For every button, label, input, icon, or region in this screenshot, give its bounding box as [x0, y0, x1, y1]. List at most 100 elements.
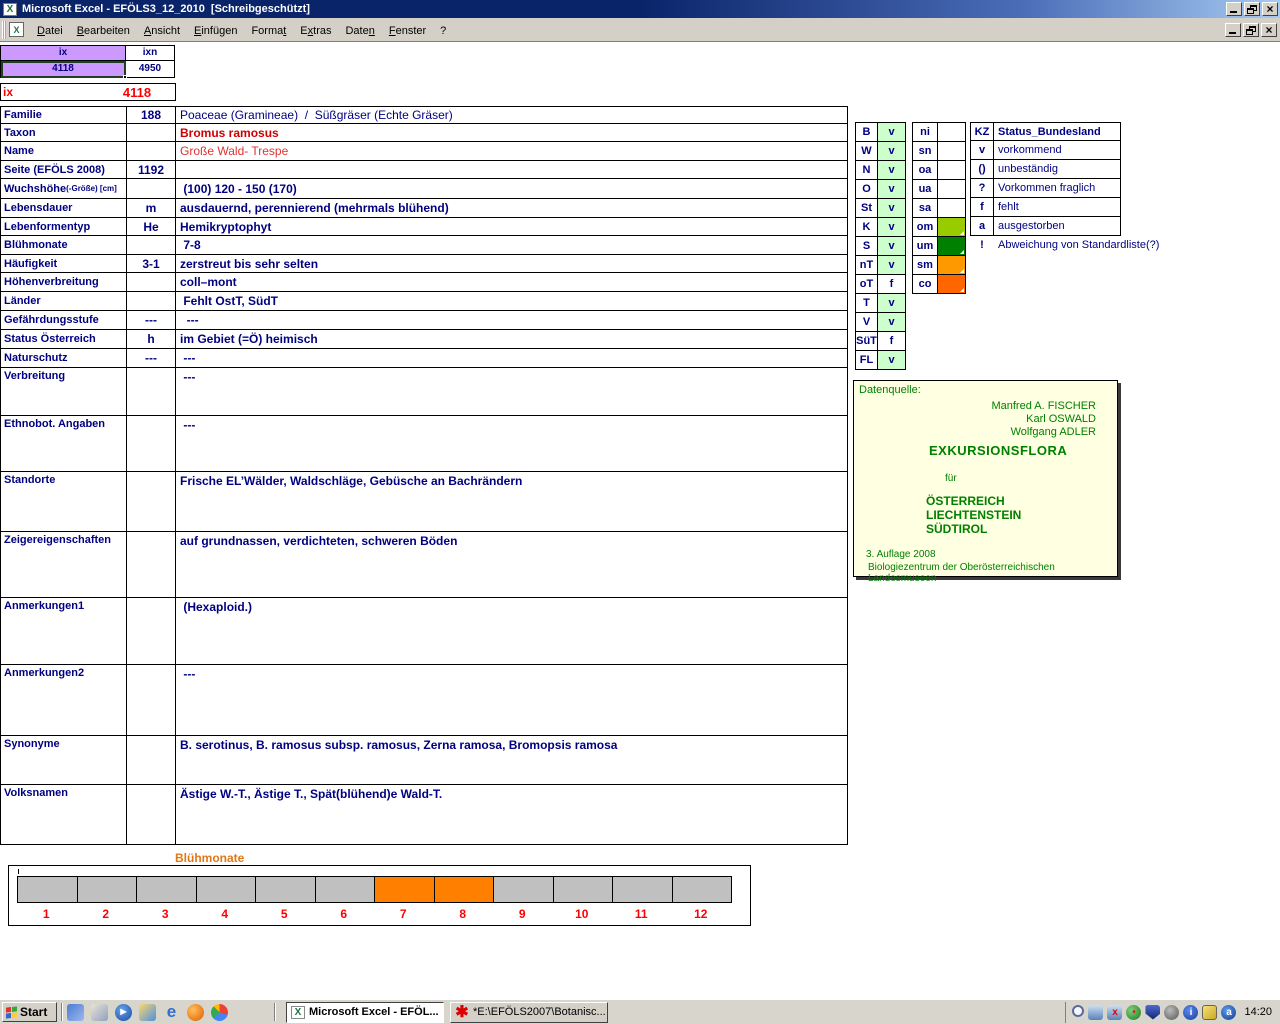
bundesland-code-cell[interactable]: oT — [856, 275, 878, 294]
field-code-cell[interactable]: --- — [127, 349, 176, 368]
media-player-icon[interactable]: ▶ — [115, 1003, 132, 1021]
legend-kz-cell[interactable]: () — [970, 160, 994, 179]
task-button-botanisc[interactable]: ✱ *E:\EFÖLS2007\Botanisc... — [450, 1001, 608, 1023]
field-code-cell[interactable] — [127, 368, 176, 416]
magnifier-icon[interactable] — [1072, 1004, 1085, 1017]
field-label-cell[interactable]: Ethnobot. Angaben — [1, 416, 127, 472]
field-value-cell[interactable]: ausdauernd, perennierend (mehrmals blühe… — [176, 199, 848, 218]
minimize-button[interactable] — [1226, 2, 1242, 16]
field-value-cell[interactable]: Ästige W.-T., Ästige T., Spät(blühend)e … — [176, 785, 848, 845]
field-label-cell[interactable]: Häufigkeit — [1, 255, 127, 273]
field-code-cell[interactable]: m — [127, 199, 176, 218]
bundesland-status-cell[interactable]: v — [878, 237, 906, 256]
restore-button[interactable] — [1244, 2, 1260, 16]
field-label-cell[interactable]: Verbreitung — [1, 368, 127, 416]
security-shield-icon[interactable] — [1145, 1004, 1161, 1020]
bundesland-status-cell[interactable]: v — [878, 294, 906, 313]
zone-code-cell[interactable]: ua — [913, 180, 938, 199]
field-value-cell[interactable]: coll–mont — [176, 273, 848, 292]
zone-color-cell[interactable] — [938, 142, 966, 161]
field-code-cell[interactable] — [127, 532, 176, 598]
field-label-cell[interactable]: Wuchshöhe (-Größe) [cm] — [1, 179, 127, 199]
zone-code-cell[interactable]: um — [913, 237, 938, 256]
bundesland-status-cell[interactable]: v — [878, 199, 906, 218]
legend-kz-cell[interactable]: f — [970, 198, 994, 217]
field-value-cell[interactable]: --- — [176, 368, 848, 416]
field-code-cell[interactable] — [127, 598, 176, 665]
field-code-cell[interactable] — [127, 785, 176, 845]
bundesland-status-cell[interactable]: v — [878, 123, 906, 142]
datenquelle-box[interactable]: Datenquelle: Manfred A. FISCHER Karl OSW… — [853, 380, 1118, 584]
field-code-cell[interactable]: --- — [127, 311, 176, 330]
menu-fenster[interactable]: Fenster — [382, 22, 433, 40]
menu-ansicht[interactable]: Ansicht — [137, 22, 187, 40]
fill-handle[interactable] — [123, 75, 127, 79]
task-button-excel[interactable]: X Microsoft Excel - EFÖL... — [286, 1001, 444, 1023]
field-code-cell[interactable]: 3-1 — [127, 255, 176, 273]
bundesland-code-cell[interactable]: N — [856, 161, 878, 180]
field-value-cell[interactable] — [176, 161, 848, 179]
field-label-cell[interactable]: Synonyme — [1, 736, 127, 785]
ixn-header-cell[interactable]: ixn — [126, 46, 175, 61]
field-label-cell[interactable]: Anmerkungen1 — [1, 598, 127, 665]
bundesland-code-cell[interactable]: T — [856, 294, 878, 313]
zone-color-cell[interactable] — [938, 180, 966, 199]
bundesland-code-cell[interactable]: S — [856, 237, 878, 256]
messenger-icon[interactable]: • — [1126, 1004, 1142, 1020]
menu-bearbeiten[interactable]: Bearbeiten — [70, 22, 137, 40]
workbook-restore-button[interactable] — [1243, 22, 1259, 37]
bundesland-status-cell[interactable]: v — [878, 142, 906, 161]
zone-code-cell[interactable]: co — [913, 275, 938, 294]
toolbar-grip-icon[interactable] — [2, 20, 6, 39]
legend-text-cell[interactable]: Abweichung von Standardliste(?) — [994, 236, 1159, 255]
ix-header-cell[interactable]: ix — [1, 46, 126, 61]
field-label-cell[interactable]: Zeigereigenschaften — [1, 532, 127, 598]
zone-color-cell[interactable] — [938, 218, 966, 237]
legend-text-cell[interactable]: fehlt — [994, 198, 1121, 217]
bundesland-code-cell[interactable]: V — [856, 313, 878, 332]
field-label-cell[interactable]: Status Österreich — [1, 330, 127, 349]
field-code-cell[interactable] — [127, 142, 176, 161]
field-value-cell[interactable]: B. serotinus, B. ramosus subsp. ramosus,… — [176, 736, 848, 785]
field-value-cell[interactable]: --- — [176, 665, 848, 736]
field-code-cell[interactable] — [127, 472, 176, 532]
field-code-cell[interactable] — [127, 124, 176, 142]
legend-text-cell[interactable]: vorkommend — [994, 141, 1121, 160]
field-label-cell[interactable]: Gefährdungsstufe — [1, 311, 127, 330]
field-label-cell[interactable]: Länder — [1, 292, 127, 311]
bundesland-status-cell[interactable]: v — [878, 256, 906, 275]
zone-code-cell[interactable]: sn — [913, 142, 938, 161]
zone-color-cell[interactable] — [938, 256, 966, 275]
zone-code-cell[interactable]: oa — [913, 161, 938, 180]
workbook-close-button[interactable] — [1261, 22, 1277, 37]
bloom-months-chart[interactable]: 1 2 3 4 5 6 7 8 9 10 11 12 — [8, 865, 751, 926]
menu-einfgen[interactable]: Einfügen — [187, 22, 244, 40]
field-value-cell[interactable]: --- — [176, 349, 848, 368]
bundesland-code-cell[interactable]: nT — [856, 256, 878, 275]
field-code-cell[interactable]: 188 — [127, 107, 176, 124]
bundesland-status-cell[interactable]: v — [878, 161, 906, 180]
antivirus-icon[interactable]: a — [1221, 1004, 1237, 1020]
zone-color-cell[interactable] — [938, 161, 966, 180]
field-label-cell[interactable]: Anmerkungen2 — [1, 665, 127, 736]
field-value-cell[interactable]: Bromus ramosus — [176, 124, 848, 142]
bundesland-code-cell[interactable]: W — [856, 142, 878, 161]
zone-color-cell[interactable] — [938, 237, 966, 256]
legend-kz-cell[interactable]: v — [970, 141, 994, 160]
zone-code-cell[interactable]: sm — [913, 256, 938, 275]
menu-extras[interactable]: Extras — [293, 22, 338, 40]
field-label-cell[interactable]: Standorte — [1, 472, 127, 532]
field-label-cell[interactable]: Lebensdauer — [1, 199, 127, 218]
legend-kz-header[interactable]: KZ — [970, 122, 994, 141]
bundesland-status-cell[interactable]: v — [878, 351, 906, 370]
bundesland-code-cell[interactable]: FL — [856, 351, 878, 370]
info-icon[interactable]: i — [1183, 1004, 1199, 1020]
legend-text-cell[interactable]: Vorkommen fraglich — [994, 179, 1121, 198]
field-code-cell[interactable] — [127, 736, 176, 785]
zone-color-cell[interactable] — [938, 275, 966, 294]
field-value-cell[interactable]: 7-8 — [176, 236, 848, 255]
mail-client-icon[interactable] — [67, 1003, 84, 1021]
field-value-cell[interactable]: Poaceae (Gramineae) / Süßgräser (Echte G… — [176, 107, 848, 124]
bundesland-code-cell[interactable]: St — [856, 199, 878, 218]
start-button[interactable]: Start — [2, 1002, 57, 1022]
